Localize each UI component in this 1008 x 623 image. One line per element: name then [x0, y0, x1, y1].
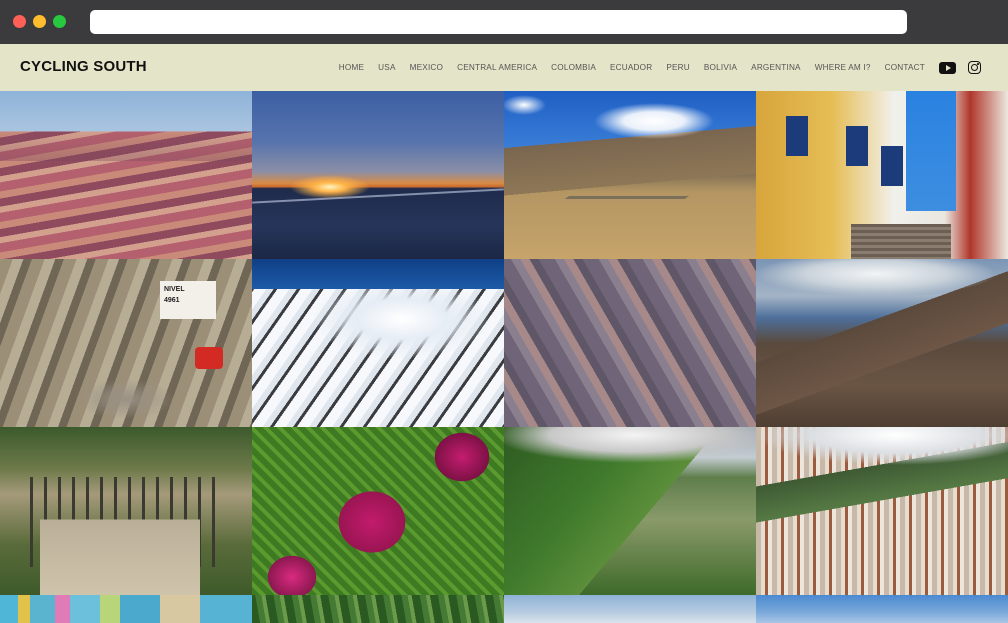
photo-gallery [0, 91, 1008, 623]
main-nav: HOME USA MEXICO CENTRAL AMERICA COLOMBIA… [339, 44, 981, 91]
nav-peru[interactable]: PERU [666, 63, 690, 72]
maximize-window-button[interactable] [53, 15, 66, 28]
gallery-photo[interactable] [504, 259, 756, 427]
gallery-photo[interactable] [756, 595, 1008, 623]
nav-usa[interactable]: USA [378, 63, 395, 72]
gallery-photo[interactable] [504, 595, 756, 623]
gallery-photo[interactable] [756, 91, 1008, 259]
minimize-window-button[interactable] [33, 15, 46, 28]
nav-central-america[interactable]: CENTRAL AMERICA [457, 63, 537, 72]
nav-contact[interactable]: CONTACT [885, 63, 925, 72]
nav-colombia[interactable]: COLOMBIA [551, 63, 596, 72]
address-bar[interactable] [90, 10, 907, 34]
gallery-photo[interactable] [504, 427, 756, 595]
gallery-photo[interactable] [252, 427, 504, 595]
gallery-photo[interactable] [0, 259, 252, 427]
nav-ecuador[interactable]: ECUADOR [610, 63, 652, 72]
gallery-photo[interactable] [0, 595, 252, 623]
site-header: CYCLING SOUTH HOME USA MEXICO CENTRAL AM… [0, 44, 1008, 91]
instagram-icon[interactable] [968, 61, 981, 74]
nav-home[interactable]: HOME [339, 63, 364, 72]
gallery-photo[interactable] [756, 259, 1008, 427]
nav-argentina[interactable]: ARGENTINA [751, 63, 801, 72]
gallery-photo[interactable] [756, 427, 1008, 595]
close-window-button[interactable] [13, 15, 26, 28]
gallery-photo[interactable] [504, 91, 756, 259]
gallery-photo[interactable] [0, 91, 252, 259]
gallery-photo[interactable] [252, 259, 504, 427]
gallery-photo[interactable] [252, 595, 504, 623]
nav-bolivia[interactable]: BOLIVIA [704, 63, 737, 72]
nav-where-am-i[interactable]: WHERE AM I? [815, 63, 871, 72]
gallery-photo[interactable] [252, 91, 504, 259]
nav-mexico[interactable]: MEXICO [410, 63, 444, 72]
browser-toolbar [0, 0, 1008, 44]
youtube-icon[interactable] [939, 61, 956, 74]
site-logo[interactable]: CYCLING SOUTH [20, 58, 147, 75]
gallery-photo[interactable] [0, 427, 252, 595]
